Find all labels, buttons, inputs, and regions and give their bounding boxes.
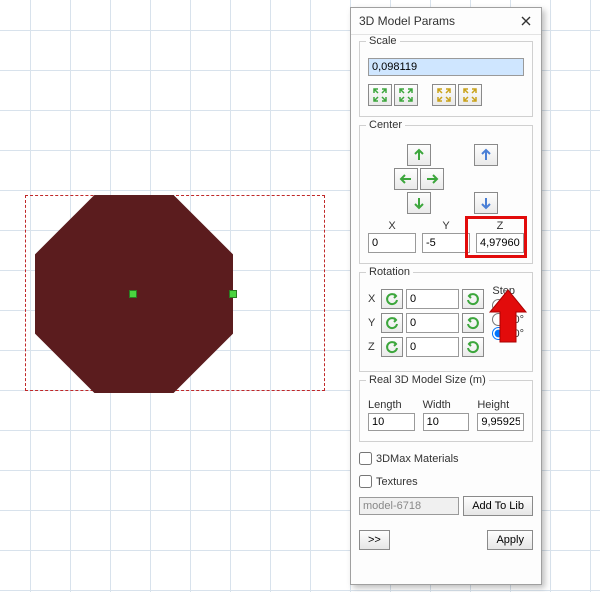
rotation-legend: Rotation <box>366 266 413 278</box>
rotate-ccw-icon <box>385 292 399 306</box>
rot-y-ccw-button[interactable] <box>381 313 403 333</box>
rot-y-label: Y <box>368 317 378 329</box>
center-y-input[interactable] <box>422 233 470 253</box>
center-z-input[interactable] <box>476 233 524 253</box>
scale-expand-alt-button[interactable] <box>458 84 482 106</box>
step-10-option[interactable]: 10° <box>492 313 524 326</box>
rotate-cw-icon <box>466 340 480 354</box>
rot-x-label: X <box>368 293 378 305</box>
rot-x-cw-button[interactable] <box>462 289 484 309</box>
center-up-green-button[interactable] <box>407 144 431 166</box>
scale-group: Scale <box>359 41 533 117</box>
step-label: Step <box>492 285 524 297</box>
arrow-right-icon <box>425 172 439 186</box>
arrows-out-icon <box>437 88 451 102</box>
handle-center[interactable] <box>129 290 137 298</box>
center-down-blue-button[interactable] <box>474 192 498 214</box>
titlebar: 3D Model Params <box>351 8 541 35</box>
width-input[interactable] <box>423 413 470 431</box>
arrow-down-blue-icon <box>479 196 493 210</box>
real-size-legend: Real 3D Model Size (m) <box>366 374 489 386</box>
rot-z-ccw-button[interactable] <box>381 337 403 357</box>
center-down-green-button[interactable] <box>407 192 431 214</box>
center-x-input[interactable] <box>368 233 416 253</box>
center-right-button[interactable] <box>420 168 444 190</box>
arrows-in-alt-icon <box>399 88 413 102</box>
center-up-blue-button[interactable] <box>474 144 498 166</box>
arrow-up-icon <box>412 148 426 162</box>
scale-expand-button[interactable] <box>432 84 456 106</box>
3dmax-materials-checkbox[interactable]: 3DMax Materials <box>359 452 533 465</box>
rot-z-input[interactable] <box>406 337 459 357</box>
model-name-field <box>359 497 459 515</box>
step-90-option[interactable]: 90° <box>492 327 524 340</box>
arrows-in-icon <box>373 88 387 102</box>
rotation-step: Step 1° 10° 90° <box>492 285 524 340</box>
handle-edge[interactable] <box>229 290 237 298</box>
params-panel: 3D Model Params Scale Center <box>350 7 542 585</box>
panel-title: 3D Model Params <box>359 14 455 28</box>
arrow-down-icon <box>412 196 426 210</box>
rotate-ccw-icon <box>385 340 399 354</box>
scale-out-xy-button[interactable] <box>394 84 418 106</box>
rotate-cw-icon <box>466 292 480 306</box>
rot-z-cw-button[interactable] <box>462 337 484 357</box>
scale-in-xy-button[interactable] <box>368 84 392 106</box>
apply-button[interactable]: Apply <box>487 530 533 550</box>
center-legend: Center <box>366 119 405 131</box>
expand-button[interactable]: >> <box>359 530 390 550</box>
rot-x-ccw-button[interactable] <box>381 289 403 309</box>
scale-input[interactable] <box>368 58 524 76</box>
close-button[interactable] <box>517 12 535 30</box>
height-input[interactable] <box>477 413 524 431</box>
length-label: Length <box>368 399 415 411</box>
length-input[interactable] <box>368 413 415 431</box>
arrows-out-alt-icon <box>463 88 477 102</box>
rotation-group: Rotation X Y Z Step 1° <box>359 272 533 372</box>
rotate-cw-icon <box>466 316 480 330</box>
height-label: Height <box>477 399 524 411</box>
rot-y-input[interactable] <box>406 313 459 333</box>
scale-legend: Scale <box>366 35 400 47</box>
rot-y-cw-button[interactable] <box>462 313 484 333</box>
center-left-button[interactable] <box>394 168 418 190</box>
close-icon <box>521 16 531 26</box>
center-group: Center X <box>359 125 533 264</box>
step-1-option[interactable]: 1° <box>492 299 524 312</box>
real-size-group: Real 3D Model Size (m) Length Width Heig… <box>359 380 533 442</box>
center-y-label: Y <box>442 220 449 232</box>
add-to-lib-button[interactable]: Add To Lib <box>463 496 533 516</box>
rot-z-label: Z <box>368 341 378 353</box>
center-x-label: X <box>388 220 395 232</box>
arrow-up-blue-icon <box>479 148 493 162</box>
rotate-ccw-icon <box>385 316 399 330</box>
center-z-label: Z <box>497 220 504 232</box>
arrow-left-icon <box>399 172 413 186</box>
textures-checkbox[interactable]: Textures <box>359 475 533 488</box>
width-label: Width <box>423 399 470 411</box>
rot-x-input[interactable] <box>406 289 459 309</box>
